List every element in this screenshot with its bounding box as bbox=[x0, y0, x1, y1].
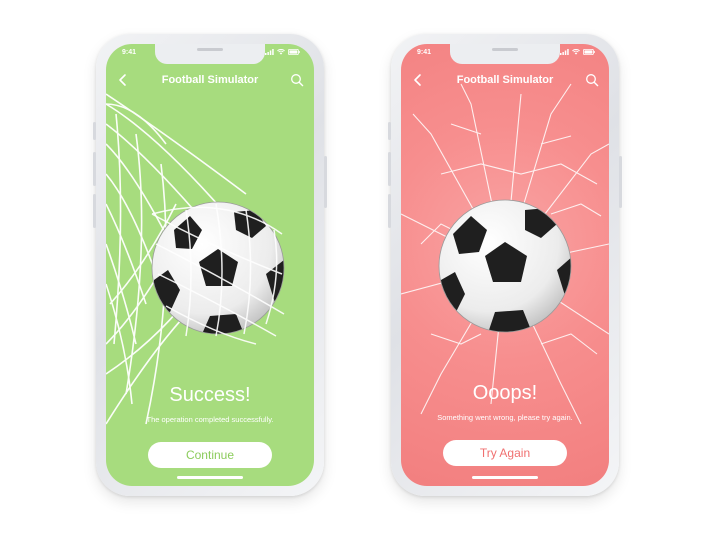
result-title: Success! bbox=[169, 384, 251, 406]
silent-switch bbox=[388, 122, 391, 140]
cellular-signal-icon bbox=[265, 49, 274, 55]
power-button bbox=[324, 156, 327, 208]
notch bbox=[450, 44, 560, 64]
battery-icon bbox=[288, 49, 300, 55]
home-indicator bbox=[472, 476, 538, 479]
nav-title: Football Simulator bbox=[456, 74, 554, 86]
cellular-signal-icon bbox=[560, 49, 569, 55]
result-message: Something went wrong, please try again. bbox=[437, 413, 573, 422]
volume-up-button bbox=[388, 152, 391, 186]
phone-success: 9:41 Football Simulator Success! The ope… bbox=[93, 34, 327, 496]
notch bbox=[155, 44, 265, 64]
status-time: 9:41 bbox=[417, 49, 432, 56]
status-icons bbox=[265, 49, 300, 55]
success-screen: 9:41 Football Simulator Success! The ope… bbox=[106, 44, 314, 486]
try-again-button[interactable]: Try Again bbox=[443, 440, 567, 466]
power-button bbox=[619, 156, 622, 208]
battery-icon bbox=[583, 49, 595, 55]
status-icons bbox=[560, 49, 595, 55]
home-indicator bbox=[177, 476, 243, 479]
result-message: The operation completed successfully. bbox=[146, 415, 274, 424]
phone-error: 9:41 Football Simulator Ooops! Something… bbox=[388, 34, 622, 496]
search-icon[interactable] bbox=[290, 73, 304, 87]
volume-up-button bbox=[93, 152, 96, 186]
volume-down-button bbox=[388, 194, 391, 228]
silent-switch bbox=[93, 122, 96, 140]
status-time: 9:41 bbox=[122, 49, 137, 56]
speaker bbox=[492, 48, 518, 51]
error-screen: 9:41 Football Simulator Ooops! Something… bbox=[401, 44, 609, 486]
speaker bbox=[197, 48, 223, 51]
wifi-icon bbox=[572, 49, 580, 55]
continue-button[interactable]: Continue bbox=[148, 442, 272, 468]
result-title: Ooops! bbox=[472, 382, 538, 404]
nav-title: Football Simulator bbox=[161, 74, 259, 86]
wifi-icon bbox=[277, 49, 285, 55]
volume-down-button bbox=[93, 194, 96, 228]
search-icon[interactable] bbox=[585, 73, 599, 87]
